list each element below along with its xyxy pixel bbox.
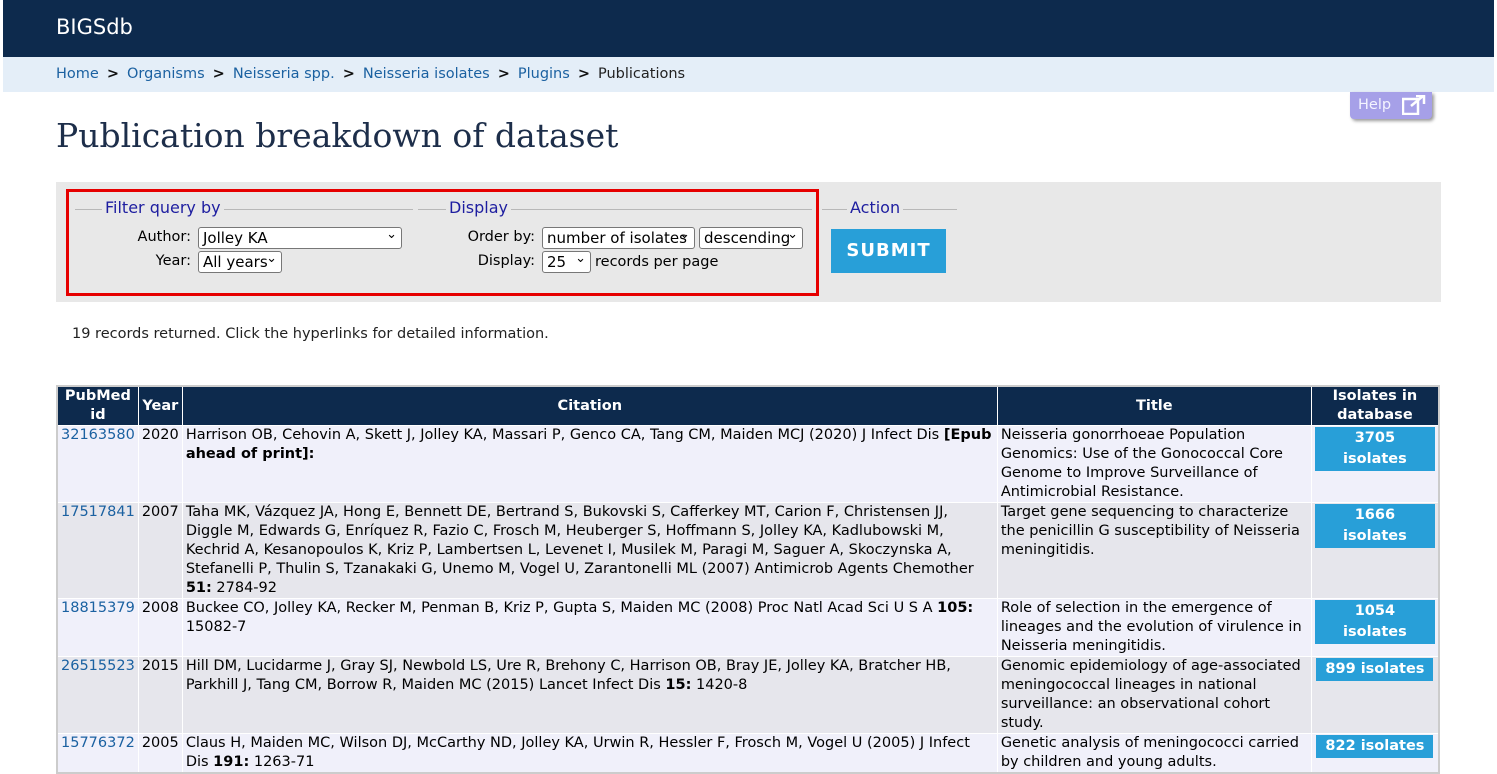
column-header-title[interactable]: Title [996,385,1312,426]
isolates-button[interactable]: 1666 isolates [1314,504,1435,548]
year-cell: 2007 [137,502,183,599]
citation-cell: Claus H, Maiden MC, Wilson DJ, McCarthy … [181,733,998,774]
citation-cell: Buckee CO, Jolley KA, Recker M, Penman B… [181,598,998,657]
title-cell: Genetic analysis of meningococci carried… [996,733,1312,774]
citation-cell: Hill DM, Lucidarme J, Gray SJ, Newbold L… [181,656,998,734]
publications-table: PubMed id Year Citation Title Isolates i… [56,385,1440,774]
breadcrumb-separator: > [577,66,590,82]
table-row: 26515523 2015 Hill DM, Lucidarme J, Gray… [56,656,1440,734]
top-navbar: BIGSdb [3,0,1494,57]
breadcrumb-neisseria-spp[interactable]: Neisseria spp. [233,66,335,82]
help-button[interactable]: Help [1350,92,1432,119]
table-row: 17517841 2007 Taha MK, Vázquez JA, Hong … [56,502,1440,599]
help-label: Help [1358,97,1392,113]
column-header-pubmed[interactable]: PubMed id [56,385,139,426]
pubmed-link[interactable]: 18815379 [61,600,135,616]
page-title: Publication breakdown of dataset [56,116,619,155]
table-row: 15776372 2005 Claus H, Maiden MC, Wilson… [56,733,1440,774]
year-cell: 2005 [137,733,183,774]
pubmed-link[interactable]: 15776372 [61,735,135,751]
table-header-row: PubMed id Year Citation Title Isolates i… [56,385,1440,426]
isolates-button[interactable]: 899 isolates [1316,658,1434,681]
breadcrumb: Home > Organisms > Neisseria spp. > Neisseria … [3,57,1494,92]
year-cell: 2020 [137,425,183,503]
site-brand[interactable]: BIGSdb [56,15,133,39]
breadcrumb-separator: > [342,66,355,82]
column-header-year[interactable]: Year [137,385,183,426]
action-legend: Action [847,198,904,217]
title-cell: Genomic epidemiology of age-associated m… [996,656,1312,734]
breadcrumb-plugins[interactable]: Plugins [518,66,570,82]
breadcrumb-separator: > [497,66,510,82]
pubmed-link[interactable]: 17517841 [61,504,135,520]
external-link-icon [1401,94,1426,119]
submit-button[interactable]: SUBMIT [831,229,946,273]
citation-cell: Harrison OB, Cehovin A, Skett J, Jolley … [181,425,998,503]
table-row: 32163580 2020 Harrison OB, Cehovin A, Sk… [56,425,1440,503]
breadcrumb-separator: > [212,66,225,82]
isolates-button[interactable]: 3705 isolates [1314,427,1435,471]
title-cell: Target gene sequencing to characterize t… [996,502,1312,599]
year-cell: 2015 [137,656,183,734]
isolates-button[interactable]: 1054 isolates [1314,600,1435,644]
breadcrumb-organisms[interactable]: Organisms [127,66,205,82]
breadcrumb-home[interactable]: Home [56,66,99,82]
year-cell: 2008 [137,598,183,657]
breadcrumb-separator: > [106,66,119,82]
table-row: 18815379 2008 Buckee CO, Jolley KA, Reck… [56,598,1440,657]
pubmed-link[interactable]: 32163580 [61,427,135,443]
highlight-box [66,189,819,296]
pubmed-link[interactable]: 26515523 [61,658,135,674]
isolates-button[interactable]: 822 isolates [1316,735,1434,758]
title-cell: Neisseria gonorrhoeae Population Genomic… [996,425,1312,503]
breadcrumb-neisseria-isolates[interactable]: Neisseria isolates [363,66,490,82]
citation-cell: Taha MK, Vázquez JA, Hong E, Bennett DE,… [181,502,998,599]
breadcrumb-current: Publications [597,66,686,82]
column-header-isolates[interactable]: Isolates in database [1310,385,1440,426]
title-cell: Role of selection in the emergence of li… [996,598,1312,657]
results-summary: 19 records returned. Click the hyperlink… [72,326,549,342]
column-header-citation[interactable]: Citation [181,385,998,426]
